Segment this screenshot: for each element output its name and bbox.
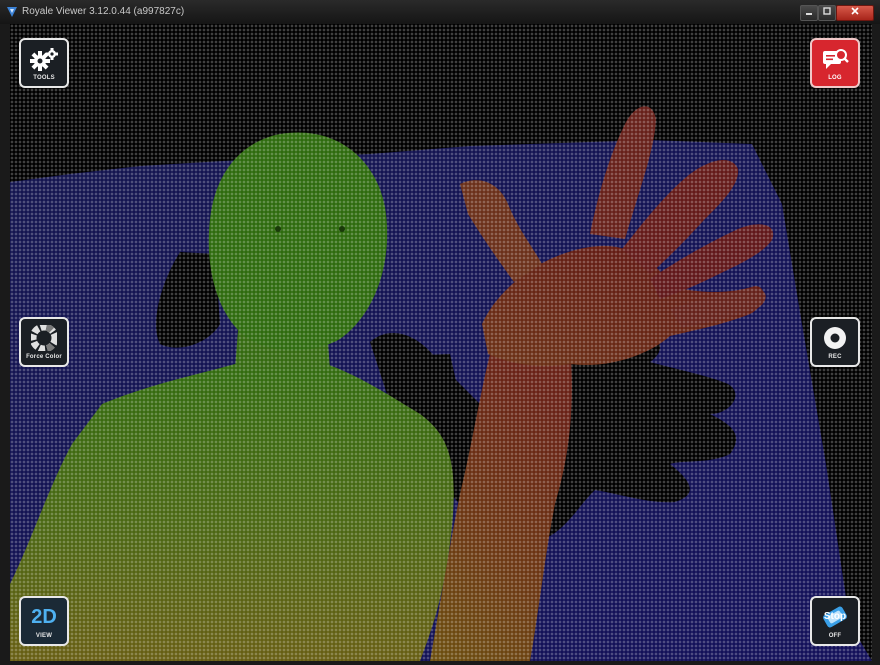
tools-button[interactable]: TOOLS xyxy=(19,38,69,88)
minimize-button[interactable] xyxy=(800,5,818,21)
view-mode-button[interactable]: 2D VIEW xyxy=(19,596,69,646)
log-button[interactable]: LOG xyxy=(810,38,860,88)
point-cloud-render[interactable] xyxy=(10,24,872,661)
close-icon xyxy=(851,7,859,15)
force-color-label: Force Color xyxy=(26,354,62,360)
gears-icon xyxy=(30,48,58,71)
rec-button[interactable]: REC xyxy=(810,317,860,367)
app-window: Royale Viewer 3.12.0.44 (a997827c) TOOLS… xyxy=(0,0,880,665)
view-mode-text: 2D xyxy=(31,606,57,628)
stop-text: Stop xyxy=(823,611,847,622)
color-wheel-icon xyxy=(31,325,57,351)
minimize-icon xyxy=(806,13,812,15)
log-search-icon xyxy=(823,49,849,69)
force-color-button[interactable]: Force Color xyxy=(19,317,69,367)
close-button[interactable] xyxy=(836,5,874,21)
record-icon xyxy=(824,327,846,349)
app-icon xyxy=(7,7,17,17)
window-frame-right xyxy=(872,24,880,665)
maximize-button[interactable] xyxy=(818,5,836,21)
off-label: OFF xyxy=(828,633,842,639)
point-cloud-viewport[interactable] xyxy=(10,24,872,661)
right-eye xyxy=(339,226,345,232)
rec-label: REC xyxy=(828,354,842,360)
window-frame-bottom xyxy=(0,661,880,665)
stop-button[interactable]: Stop OFF xyxy=(810,596,860,646)
maximize-icon xyxy=(823,7,831,15)
tools-label: TOOLS xyxy=(33,75,55,81)
left-eye xyxy=(275,226,281,232)
window-title: Royale Viewer 3.12.0.44 (a997827c) xyxy=(22,6,185,17)
title-bar: Royale Viewer 3.12.0.44 (a997827c) xyxy=(0,0,880,25)
view-label: VIEW xyxy=(35,633,53,639)
window-frame-left xyxy=(0,24,10,665)
log-label: LOG xyxy=(828,75,842,81)
dot-texture xyxy=(10,24,872,661)
